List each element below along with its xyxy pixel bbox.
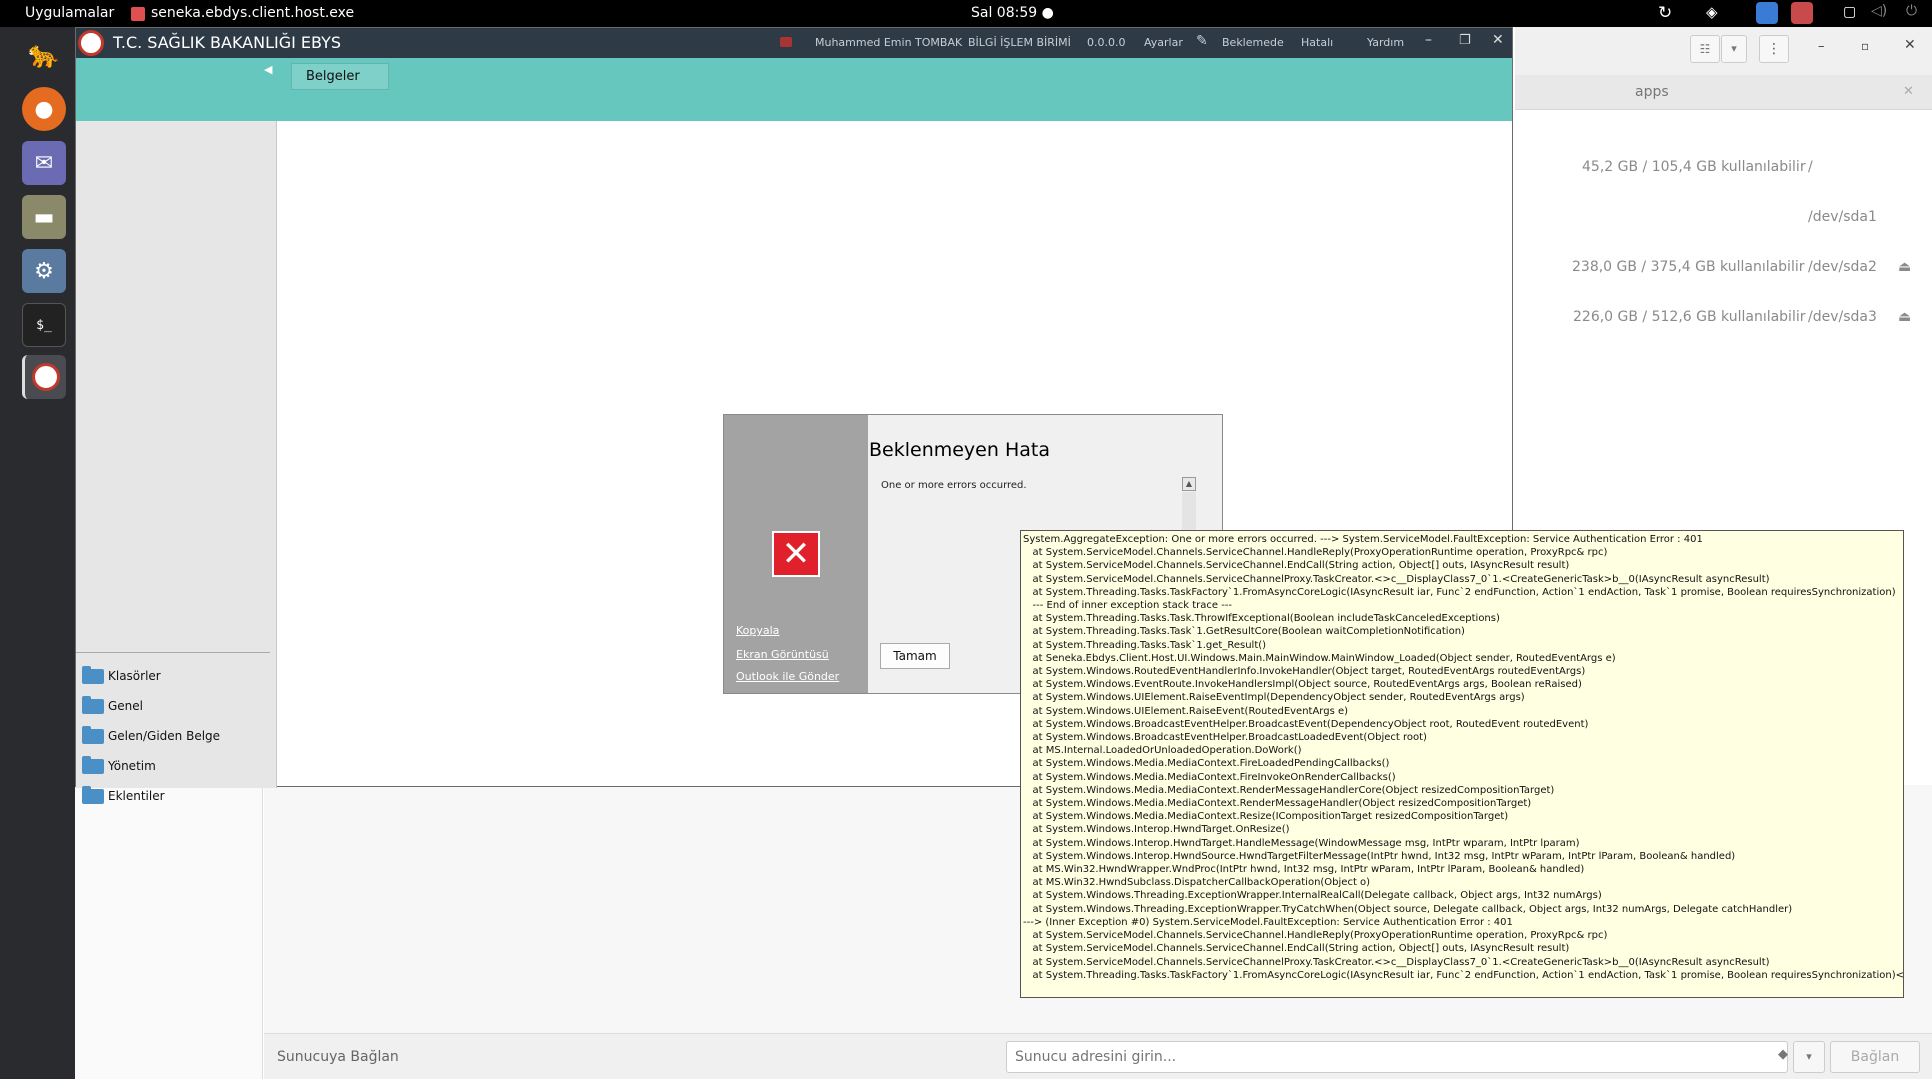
copy-link[interactable]: Kopyala [736, 624, 779, 637]
sidebar-item-label: Gelen/Giden Belge [108, 729, 221, 743]
clock[interactable]: Sal 08:59 ● [971, 5, 1054, 21]
mail-icon[interactable]: ✉ [22, 141, 66, 185]
ebys-sidebar: Klasörler Genel Gelen/Giden Belge Yöneti… [76, 121, 277, 804]
minimize-icon[interactable]: – [1818, 39, 1825, 54]
connect-button[interactable]: Bağlan [1830, 1041, 1920, 1073]
server-address-input[interactable] [1006, 1041, 1788, 1073]
volume-icon[interactable]: ◁) [1871, 3, 1887, 19]
ebys-titlebar: T.C. SAĞLIK BAKANLIĞI EBYS Muhammed Emin… [76, 28, 1512, 58]
firefox-icon[interactable]: ● [22, 87, 66, 131]
app-title: T.C. SAĞLIK BAKANLIĞI EBYS [113, 33, 342, 52]
user-name[interactable]: Muhammed Emin TOMBAK [815, 36, 962, 49]
connect-label: Sunucuya Bağlan [277, 1049, 399, 1065]
folder-icon [82, 665, 104, 684]
close-icon[interactable]: ✕ [1904, 37, 1916, 53]
settings-link[interactable]: Ayarlar [1144, 36, 1183, 49]
ok-button[interactable]: Tamam [880, 643, 950, 669]
history-dropdown-icon[interactable]: ▾ [1793, 1041, 1825, 1073]
sidebar-item-folders[interactable]: Klasörler [82, 664, 161, 688]
software-center-icon[interactable]: ⚙ [22, 249, 66, 293]
folder-icon [82, 785, 104, 804]
screenshot-link[interactable]: Ekran Görüntüsü [736, 648, 829, 661]
minimize-icon[interactable]: – [1425, 32, 1432, 48]
errors-link[interactable]: Hatalı [1301, 36, 1333, 49]
app-icon [131, 7, 145, 21]
pardus-logo-icon[interactable]: 🐆 [22, 33, 66, 77]
dock: 🐆 ● ✉ ▬ ⚙ $_ [0, 27, 75, 1079]
sidebar-item-general[interactable]: Genel [82, 694, 143, 718]
applications-menu[interactable]: Uygulamalar [25, 5, 114, 21]
close-icon[interactable]: ✕ [1492, 32, 1504, 48]
tab-title: apps [1635, 84, 1669, 100]
eject-icon[interactable]: ⏏ [1898, 309, 1911, 325]
outlook-link[interactable]: Outlook ile Gönder [736, 670, 839, 683]
files-tab[interactable]: apps ✕ [1515, 75, 1932, 110]
sidebar-item-label: Eklentiler [108, 789, 165, 803]
bookmark-icon[interactable]: ◆ [1778, 1047, 1788, 1062]
error-icon: ✕ [772, 531, 820, 577]
notification-icon[interactable] [780, 37, 792, 47]
sidebar-item-management[interactable]: Yönetim [82, 754, 156, 778]
volume-usage: 45,2 GB / 105,4 GB kullanılabilir [1582, 159, 1806, 175]
refresh-icon[interactable]: ↻ [1658, 3, 1672, 23]
files-sidebar [75, 785, 263, 1079]
folder-icon [82, 755, 104, 774]
window-icon[interactable]: ▢ [1843, 4, 1856, 20]
error-message: One or more errors occurred. [881, 480, 1027, 491]
anydesk-icon[interactable] [1791, 2, 1813, 24]
ebys-app-icon[interactable] [22, 355, 66, 399]
connect-bar: Sunucuya Bağlan ◆ ▾ Bağlan [264, 1033, 1932, 1079]
maximize-icon[interactable]: ▫ [1861, 39, 1869, 53]
exception-details-tooltip: System.AggregateException: One or more e… [1020, 530, 1904, 998]
collapse-arrow-icon[interactable]: ◀ [264, 63, 272, 76]
volume-device[interactable]: / [1808, 159, 1813, 175]
view-toggle-icon[interactable]: ☷ [1690, 35, 1720, 63]
scroll-up-icon[interactable]: ▲ [1182, 477, 1196, 491]
top-panel: Uygulamalar seneka.ebdys.client.host.exe… [0, 0, 1932, 27]
teamviewer-icon[interactable] [1756, 2, 1778, 24]
sidebar-item-plugins[interactable]: Eklentiler [82, 784, 165, 808]
scrollbar-track[interactable] [1182, 492, 1196, 532]
folder-icon [82, 695, 104, 714]
power-icon[interactable]: ⏻ [1906, 3, 1917, 19]
volume-device[interactable]: /dev/sda2 [1808, 259, 1877, 275]
volume-device[interactable]: /dev/sda1 [1808, 209, 1877, 225]
terminal-icon[interactable]: $_ [22, 303, 66, 347]
sidebar-item-label: Yönetim [108, 759, 156, 773]
unit-name[interactable]: BİLGİ İŞLEM BİRİMİ [968, 36, 1071, 49]
sidebar-item-label: Genel [108, 699, 144, 713]
sidebar-item-label: Klasörler [108, 669, 161, 683]
restore-icon[interactable]: ❐ [1459, 33, 1471, 48]
volume-usage: 238,0 GB / 375,4 GB kullanılabilir [1572, 259, 1805, 275]
volume-device[interactable]: /dev/sda3 [1808, 309, 1877, 325]
pen-icon: ✎ [1196, 33, 1208, 49]
eject-icon[interactable]: ⏏ [1898, 259, 1911, 275]
help-link[interactable]: Yardım [1367, 36, 1404, 49]
volume-usage: 226,0 GB / 512,6 GB kullanılabilir [1573, 309, 1806, 325]
ebys-tabbar: ◀ Belgeler [76, 58, 1512, 121]
files-icon[interactable]: ▬ [22, 195, 66, 239]
tab-documents[interactable]: Belgeler [291, 63, 389, 90]
sidebar-divider [76, 652, 270, 653]
menu-icon[interactable]: ⋮ [1759, 35, 1789, 63]
shield-icon[interactable]: ◈ [1706, 3, 1718, 21]
dialog-title: Beklenmeyen Hata [869, 439, 1050, 461]
chevron-down-icon[interactable]: ▾ [1721, 35, 1747, 63]
sidebar-item-incoming-outgoing[interactable]: Gelen/Giden Belge [82, 724, 220, 748]
pending-link[interactable]: Beklemede [1222, 36, 1284, 49]
tab-close-icon[interactable]: ✕ [1903, 84, 1914, 99]
ministry-logo-icon [78, 30, 104, 56]
dialog-side-panel: ✕ Kopyala Ekran Görüntüsü Outlook ile Gö… [724, 415, 868, 693]
active-window-title[interactable]: seneka.ebdys.client.host.exe [151, 5, 354, 21]
files-headerbar: ☷ ▾ ⋮ – ▫ ✕ [1515, 27, 1932, 75]
version-label: 0.0.0.0 [1087, 36, 1126, 49]
folder-icon [82, 725, 104, 744]
